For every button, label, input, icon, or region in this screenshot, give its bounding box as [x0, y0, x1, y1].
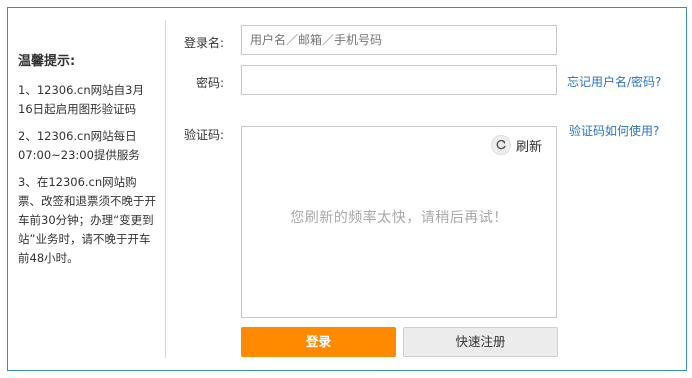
tips-title: 温馨提示:	[18, 54, 76, 69]
refresh-label: 刷新	[515, 139, 542, 155]
captcha-box[interactable]: 刷新 您刷新的频率太快，请稍后再试！	[241, 126, 557, 318]
login-panel: 温馨提示: 1、12306.cn网站自3月16日起启用图形验证码 2、12306…	[7, 7, 687, 371]
captcha-help-link[interactable]: 验证码如何使用?	[569, 122, 659, 139]
tip-item-1: 1、12306.cn网站自3月16日起启用图形验证码	[18, 83, 144, 116]
login-button[interactable]: 登录	[241, 327, 396, 357]
captcha-refresh-button[interactable]: 刷新	[490, 135, 542, 155]
refresh-icon	[490, 135, 511, 155]
tips-panel: 温馨提示: 1、12306.cn网站自3月16日起启用图形验证码 2、12306…	[18, 52, 158, 276]
password-input[interactable]	[241, 65, 557, 95]
divider	[165, 20, 166, 358]
captcha-label: 验证码:	[183, 128, 224, 142]
username-input[interactable]	[241, 25, 557, 55]
captcha-error-message: 您刷新的频率太快，请稍后再试！	[290, 210, 508, 226]
tip-item-3: 3、在12306.cn网站购票、改签和退票须不晚于开车前30分钟；办理“变更到站…	[18, 175, 156, 265]
username-label: 登录名:	[183, 36, 224, 50]
password-label: 密码:	[195, 76, 224, 90]
forgot-password-link[interactable]: 忘记用户名/密码?	[567, 73, 661, 90]
tip-item-2: 2、12306.cn网站每日07:00~23:00提供服务	[18, 129, 140, 162]
register-button[interactable]: 快速注册	[403, 327, 558, 357]
